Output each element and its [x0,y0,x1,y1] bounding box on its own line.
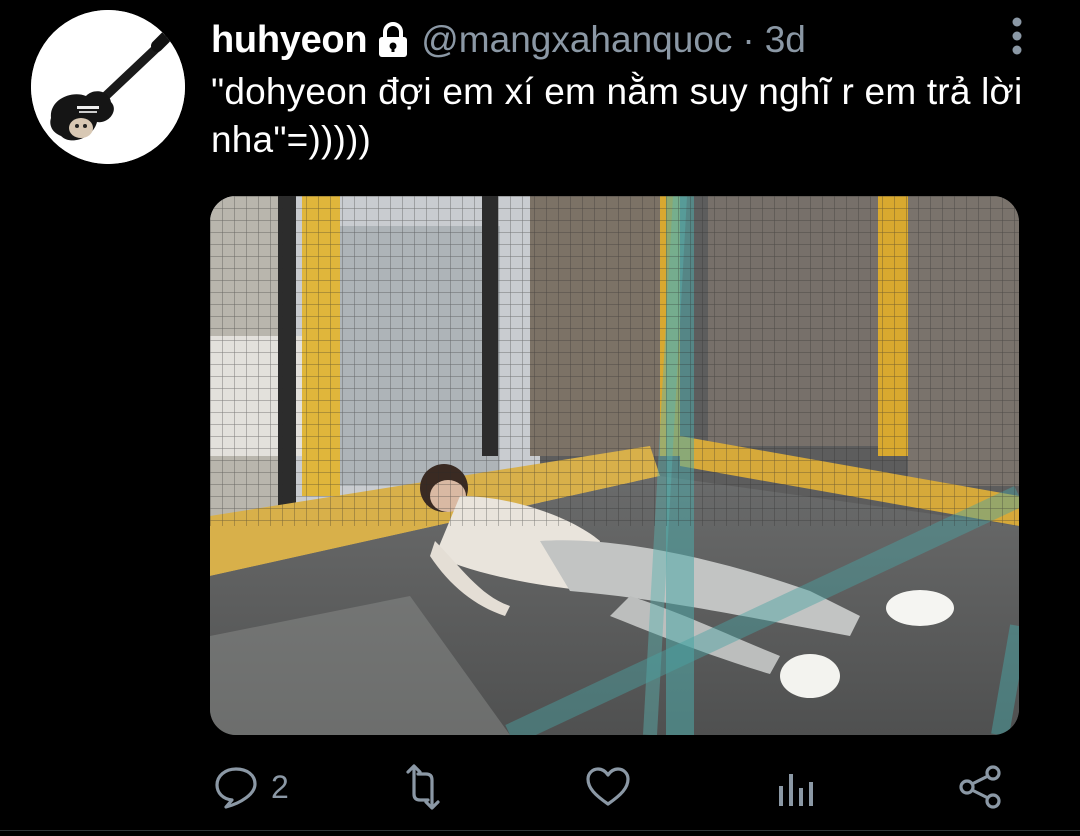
timestamp[interactable]: 3d [765,19,806,61]
share-button[interactable] [958,762,1004,812]
tweet-actions-bar: 2 [0,752,1080,822]
display-name[interactable]: huhyeon [211,19,368,62]
share-icon [959,765,1001,809]
retweet-icon [406,764,440,810]
lock-icon [377,21,409,59]
tweet-header: huhyeon @mangxahanquoc · 3d [211,14,806,66]
reply-button[interactable]: 2 [213,762,289,812]
reply-count: 2 [271,768,289,805]
tweet-media-photo[interactable] [210,196,1019,735]
analytics-icon [779,774,813,806]
heart-icon [586,767,630,806]
photo-image [210,196,1019,735]
user-handle[interactable]: @mangxahanquoc [421,19,732,61]
avatar[interactable] [31,10,185,164]
like-button[interactable] [585,762,631,812]
separator-dot: · [742,19,755,60]
analytics-button[interactable] [773,762,819,812]
retweet-button[interactable] [400,762,446,812]
more-options-icon[interactable] [1002,14,1032,58]
tweet-text: "dohyeon đợi em xí em nằm suy nghĩ r em … [211,71,1023,160]
guitar-icon [31,10,185,164]
divider [0,830,1080,831]
reply-icon [215,767,257,809]
